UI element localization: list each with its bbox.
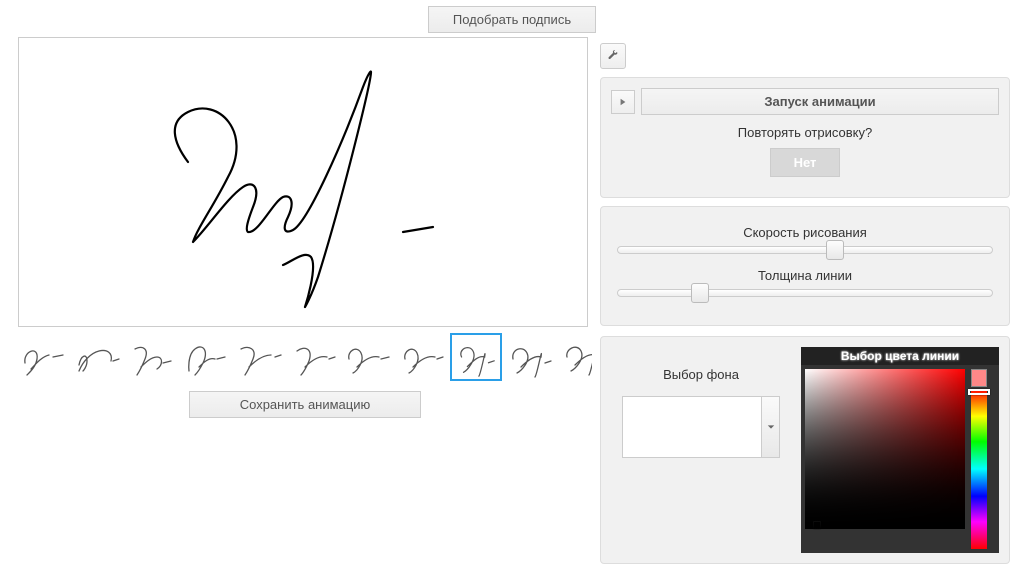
speed-slider[interactable] bbox=[617, 246, 993, 254]
play-icon bbox=[619, 98, 627, 106]
color-sv-cursor[interactable] bbox=[813, 521, 821, 529]
background-dropdown-button[interactable] bbox=[762, 396, 780, 458]
background-pick-label: Выбор фона bbox=[611, 367, 791, 382]
repeat-drawing-label: Повторять отрисовку? bbox=[611, 125, 999, 140]
sliders-panel: Скорость рисования Толщина линии bbox=[600, 206, 1010, 326]
start-animation-button[interactable]: Запуск анимации bbox=[641, 88, 999, 115]
signature-main-svg bbox=[133, 52, 473, 312]
play-button[interactable] bbox=[611, 90, 635, 114]
signature-thumb[interactable] bbox=[288, 333, 340, 381]
signature-thumb[interactable] bbox=[558, 333, 592, 381]
signature-thumb[interactable] bbox=[18, 333, 70, 381]
thickness-slider-handle[interactable] bbox=[691, 283, 709, 303]
hue-slider-handle[interactable] bbox=[968, 389, 990, 395]
signature-canvas[interactable] bbox=[18, 37, 588, 327]
signature-thumbnails bbox=[18, 333, 592, 381]
wrench-icon bbox=[607, 50, 619, 62]
signature-thumb[interactable] bbox=[396, 333, 448, 381]
signature-thumb[interactable] bbox=[72, 333, 124, 381]
color-panel: Выбор фона Выбор цвета линии bbox=[600, 336, 1010, 564]
line-color-title: Выбор цвета линии bbox=[801, 347, 999, 365]
signature-thumb[interactable] bbox=[126, 333, 178, 381]
signature-thumb[interactable] bbox=[450, 333, 502, 381]
thickness-label: Толщина линии bbox=[611, 268, 999, 283]
speed-slider-handle[interactable] bbox=[826, 240, 844, 260]
animation-panel: Запуск анимации Повторять отрисовку? Нет bbox=[600, 77, 1010, 198]
pick-signature-button[interactable]: Подобрать подпись bbox=[428, 6, 596, 33]
signature-thumb[interactable] bbox=[504, 333, 556, 381]
thickness-slider[interactable] bbox=[617, 289, 993, 297]
save-animation-button[interactable]: Сохранить анимацию bbox=[189, 391, 422, 418]
signature-thumb[interactable] bbox=[342, 333, 394, 381]
color-saturation-value-box[interactable] bbox=[805, 369, 965, 529]
signature-thumb[interactable] bbox=[180, 333, 232, 381]
hue-slider[interactable] bbox=[971, 389, 987, 549]
repeat-toggle-button[interactable]: Нет bbox=[770, 148, 840, 177]
signature-thumb[interactable] bbox=[234, 333, 286, 381]
chevron-down-icon bbox=[767, 423, 775, 431]
speed-label: Скорость рисования bbox=[611, 225, 999, 240]
background-swatch[interactable] bbox=[622, 396, 762, 458]
current-color-swatch bbox=[971, 369, 987, 387]
settings-toggle-button[interactable] bbox=[600, 43, 626, 69]
